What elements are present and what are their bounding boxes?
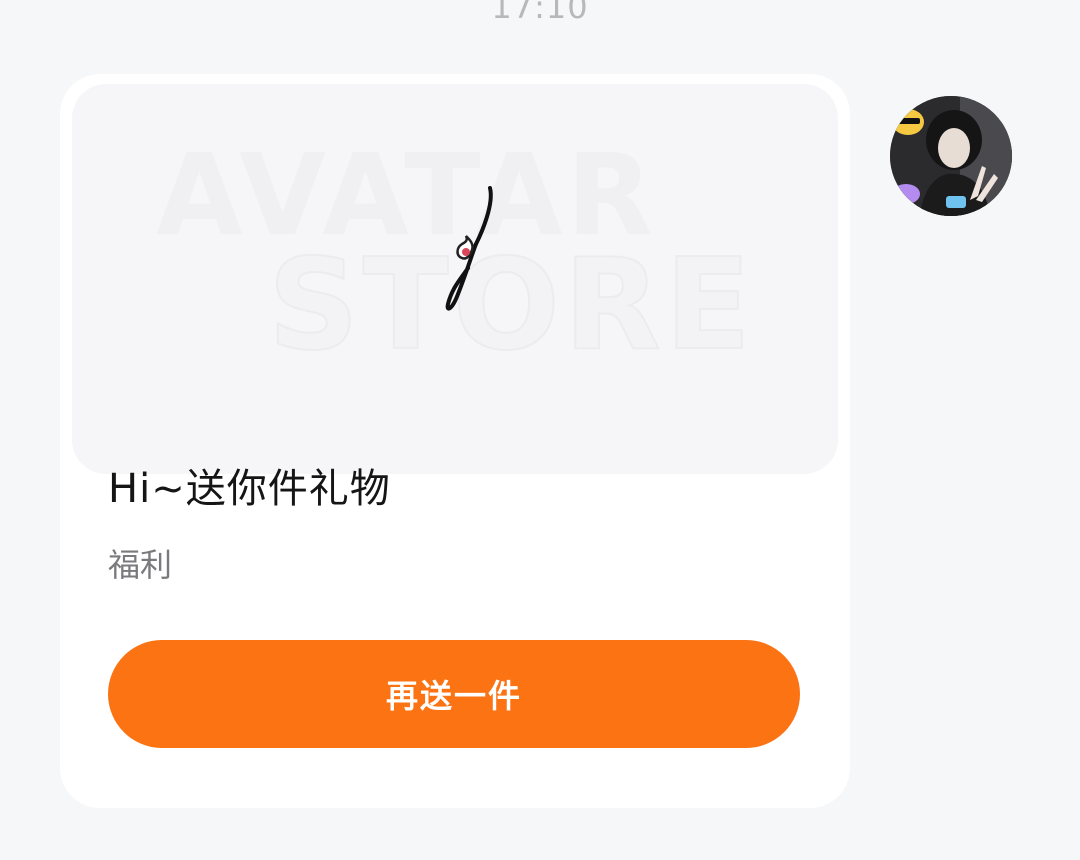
send-another-button[interactable]: 再送一件 [108, 640, 800, 748]
gift-subtitle: 福利 [108, 546, 173, 584]
avatar-photo-icon [890, 96, 1012, 216]
user-avatar[interactable] [890, 96, 1012, 216]
message-timestamp: 17:10 [491, 0, 589, 26]
gift-preview-image[interactable]: AVATAR STORE [72, 84, 838, 474]
doodle-item-icon [445, 186, 493, 311]
gift-message-card[interactable]: AVATAR STORE Hi~送你件礼物 福利 再送一件 [60, 74, 850, 808]
gift-title: Hi~送你件礼物 [108, 466, 391, 512]
